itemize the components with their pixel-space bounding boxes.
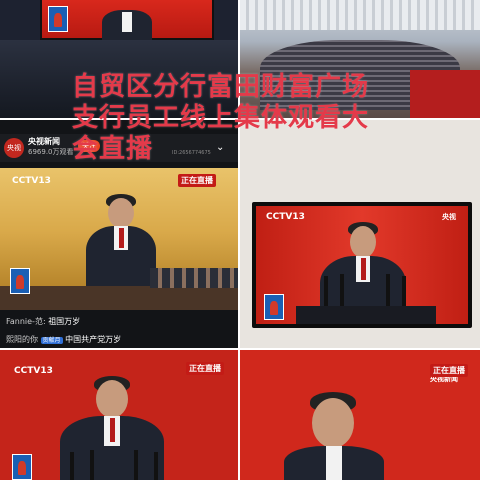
photo-broadcast-bottom-right: 央视新闻 正在直播 xyxy=(240,350,480,480)
channel-name: 央视新闻 xyxy=(28,137,60,146)
speaker-head xyxy=(96,380,128,418)
live-badge: 正在直播 xyxy=(430,364,468,377)
live-badge: 正在直播 xyxy=(178,174,216,187)
comment-badge: 贡献月 xyxy=(40,337,63,344)
podium-row xyxy=(0,286,238,310)
speaker-head xyxy=(312,398,354,448)
channel-avatar[interactable]: 央视 xyxy=(4,138,24,158)
speaker-head xyxy=(350,226,376,258)
comment-text: 中国共产党万岁 xyxy=(65,335,122,344)
sign-language-inset xyxy=(264,294,284,320)
comment-user: Fannie-范: xyxy=(6,317,46,326)
cctv-logo: CCTV13 xyxy=(14,366,53,376)
sign-language-inset xyxy=(10,268,30,294)
comment-user: 熙阳的你 xyxy=(6,335,38,344)
tv-screen: CCTV13 央视 xyxy=(256,206,468,324)
photo-broadcast-bottom-left: CCTV13 正在直播 xyxy=(0,350,238,480)
viewer-count: 6969.0万观看 xyxy=(28,148,74,156)
podium xyxy=(296,306,436,324)
corner-logo: 央视 xyxy=(442,213,456,221)
attendees xyxy=(150,268,238,288)
overlay-line-1: 自贸区分行富田财富广场 xyxy=(72,72,370,102)
comment-text: 祖国万岁 xyxy=(48,317,81,326)
tv-screen xyxy=(40,0,214,40)
overlay-title: 自贸区分行富田财富广场 支行员工线上集体观看大 会直播 xyxy=(72,72,432,165)
overlay-line-3: 会直播 xyxy=(72,134,154,164)
sign-language-inset xyxy=(12,454,32,480)
live-badge: 正在直播 xyxy=(186,362,224,375)
speaker-head xyxy=(108,198,134,228)
tv-bezel: CCTV13 央视 xyxy=(252,202,472,328)
comment-1: Fannie-范: 祖国万岁 xyxy=(6,316,80,327)
overlay-line-2: 支行员工线上集体观看大 xyxy=(72,103,370,133)
sign-language-inset xyxy=(48,6,68,32)
cctv-logo: CCTV13 xyxy=(266,212,305,222)
comment-2: 熙阳的你 贡献月 中国共产党万岁 xyxy=(6,334,121,345)
video-frame[interactable]: CCTV13 正在直播 xyxy=(0,168,238,310)
cctv-logo: CCTV13 xyxy=(12,176,51,186)
